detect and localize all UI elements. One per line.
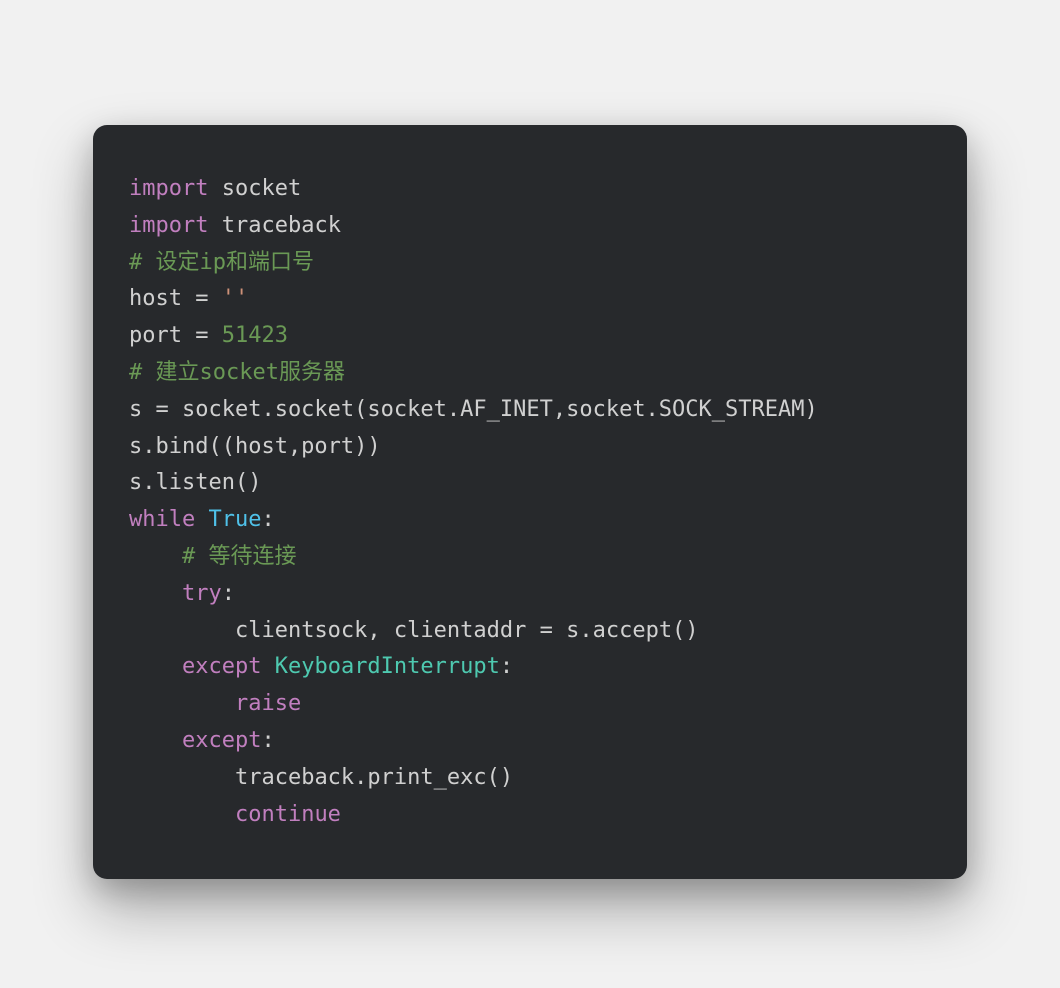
token-id: traceback.print_exc() [235, 765, 513, 790]
code-line: raise [129, 691, 301, 716]
token-kw: import [129, 213, 208, 238]
token-kw: except [182, 728, 261, 753]
token-id: socket [208, 176, 301, 201]
token-bool: True [208, 507, 261, 532]
code-line: try: [129, 581, 235, 606]
code-line: traceback.print_exc() [129, 765, 513, 790]
token-id: s = socket.socket(socket.AF_INET,socket.… [129, 397, 818, 422]
code-line: # 建立socket服务器 [129, 360, 345, 385]
code-line: port = 51423 [129, 323, 288, 348]
token-cm: # 建立socket服务器 [129, 360, 345, 385]
token-id: : [261, 507, 274, 532]
token-kw: except [182, 654, 261, 679]
token-id: traceback [208, 213, 340, 238]
code-line: continue [129, 802, 341, 827]
code-line: host = '' [129, 286, 248, 311]
token-id [261, 654, 274, 679]
token-id: : [261, 728, 274, 753]
token-kw: while [129, 507, 195, 532]
token-id: s.bind((host,port)) [129, 434, 381, 459]
token-kw: import [129, 176, 208, 201]
code-line: s = socket.socket(socket.AF_INET,socket.… [129, 397, 818, 422]
code-card: import socket import traceback # 设定ip和端口… [93, 125, 967, 879]
token-kw: raise [235, 691, 301, 716]
code-line: except: [129, 728, 275, 753]
code-line: import socket [129, 176, 301, 201]
token-id: clientsock, clientaddr = s.accept() [235, 618, 699, 643]
token-id: : [500, 654, 513, 679]
code-line: s.listen() [129, 470, 261, 495]
token-num: 51423 [222, 323, 288, 348]
code-line: # 等待连接 [129, 544, 296, 569]
code-block: import socket import traceback # 设定ip和端口… [129, 171, 931, 833]
token-cm: # 设定ip和端口号 [129, 250, 314, 275]
code-line: import traceback [129, 213, 341, 238]
token-id: port = [129, 323, 222, 348]
token-id [195, 507, 208, 532]
token-kw: continue [235, 802, 341, 827]
code-line: except KeyboardInterrupt: [129, 654, 513, 679]
code-line: clientsock, clientaddr = s.accept() [129, 618, 699, 643]
code-line: s.bind((host,port)) [129, 434, 381, 459]
token-id: : [222, 581, 235, 606]
token-id: host = [129, 286, 222, 311]
token-kw: try [182, 581, 222, 606]
code-line: # 设定ip和端口号 [129, 250, 314, 275]
token-id: s.listen() [129, 470, 261, 495]
token-cm: # 等待连接 [182, 544, 297, 569]
token-cls: KeyboardInterrupt [275, 654, 500, 679]
token-str: '' [222, 286, 249, 311]
code-line: while True: [129, 507, 275, 532]
